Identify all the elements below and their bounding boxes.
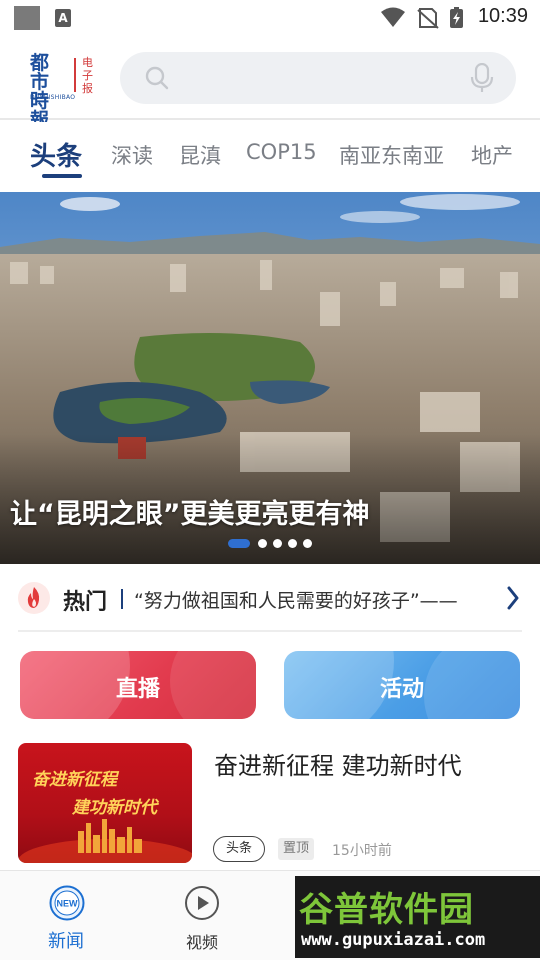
no-sim-icon — [417, 8, 439, 29]
carousel-dot[interactable] — [258, 539, 267, 548]
app-logo[interactable]: 都市時報 DUSHISHIBAO 电子报 — [30, 54, 102, 130]
hot-flame-badge — [18, 582, 50, 614]
watermark-url: www.gupuxiazai.com — [301, 930, 486, 950]
carousel-dot[interactable] — [288, 539, 297, 548]
divider — [18, 630, 522, 632]
tab-kundian[interactable]: 昆滇 — [179, 140, 221, 170]
activity-button[interactable]: 活动 — [284, 651, 520, 719]
a-notification-icon: A — [55, 9, 71, 27]
carousel-dot-active[interactable] — [228, 539, 250, 548]
carousel-dot[interactable] — [273, 539, 282, 548]
logo-side-text: 电子报 — [82, 56, 93, 95]
hero-caption: 让“昆明之眼”更美更亮更有神 — [10, 499, 370, 530]
status-bar: A 10:39 — [0, 0, 540, 36]
nav-video-label[interactable]: 视频 — [186, 929, 218, 953]
watermark-text: 谷普软件园 — [299, 890, 474, 930]
battery-charging-icon — [450, 7, 463, 28]
news-tab-icon[interactable]: NEW — [49, 885, 85, 921]
hot-divider — [121, 589, 123, 609]
microphone-icon[interactable] — [470, 63, 494, 93]
tab-deep-read[interactable]: 深读 — [111, 140, 153, 170]
logo-main-text: 都市時報 — [30, 52, 50, 131]
video-play-icon[interactable] — [184, 885, 220, 921]
live-button[interactable]: 直播 — [20, 651, 256, 719]
tab-headline[interactable]: 头条 — [30, 136, 82, 173]
news-timestamp: 15小时前 — [332, 843, 392, 859]
search-icon — [145, 66, 169, 90]
logo-divider — [74, 58, 76, 92]
thumbnail-skyline-graphic — [18, 819, 192, 863]
tab-south-asia[interactable]: 南亚东南亚 — [339, 140, 444, 170]
category-tabs: 头条 深读 昆滇 COP15 南亚东南亚 地产 — [0, 122, 540, 192]
flame-icon — [27, 587, 40, 608]
news-category-tag: 头条 — [213, 836, 266, 862]
tab-real-estate[interactable]: 地产 — [471, 140, 513, 170]
activity-button-label: 活动 — [379, 677, 424, 702]
tab-active-indicator — [42, 174, 82, 178]
news-icon-text: NEW — [57, 899, 79, 909]
logo-sub-text: DUSHISHIBAO — [30, 94, 76, 101]
app-screen: A 10:39 都市時報 DUSHISHIBAO 电子报 头条 深读 昆滇 CO… — [0, 0, 540, 960]
status-icons — [381, 7, 463, 29]
hero-banner[interactable]: 让“昆明之眼”更美更亮更有神 — [0, 192, 540, 564]
hot-ticker[interactable]: 热门 “努力做祖国和人民需要的好孩子”—— — [0, 564, 540, 632]
clock-time: 10:39 — [477, 5, 528, 27]
news-thumbnail: 奋进新征程 建功新时代 — [18, 743, 192, 863]
news-item[interactable]: 奋进新征程 建功新时代 奋进新征程 建功新时代 头条 置顶 15小时前 — [0, 736, 540, 870]
hot-label: 热门 — [63, 590, 108, 615]
watermark-overlay: 谷普软件园 www.gupuxiazai.com — [295, 876, 540, 958]
hot-headline[interactable]: “努力做祖国和人民需要的好孩子”—— — [134, 586, 494, 613]
wifi-icon — [381, 7, 405, 27]
notification-square-icon — [14, 6, 40, 30]
chevron-right-icon[interactable] — [506, 586, 520, 610]
tab-cop15[interactable]: COP15 — [246, 140, 317, 164]
news-title[interactable]: 奋进新征程 建功新时代 — [214, 746, 462, 781]
app-header: 都市時報 DUSHISHIBAO 电子报 — [0, 36, 540, 130]
nav-news-label[interactable]: 新闻 — [48, 927, 84, 953]
pinned-badge: 置顶 — [278, 838, 315, 860]
live-button-label: 直播 — [115, 677, 160, 702]
carousel-dot[interactable] — [303, 539, 312, 548]
search-input[interactable] — [120, 52, 516, 104]
